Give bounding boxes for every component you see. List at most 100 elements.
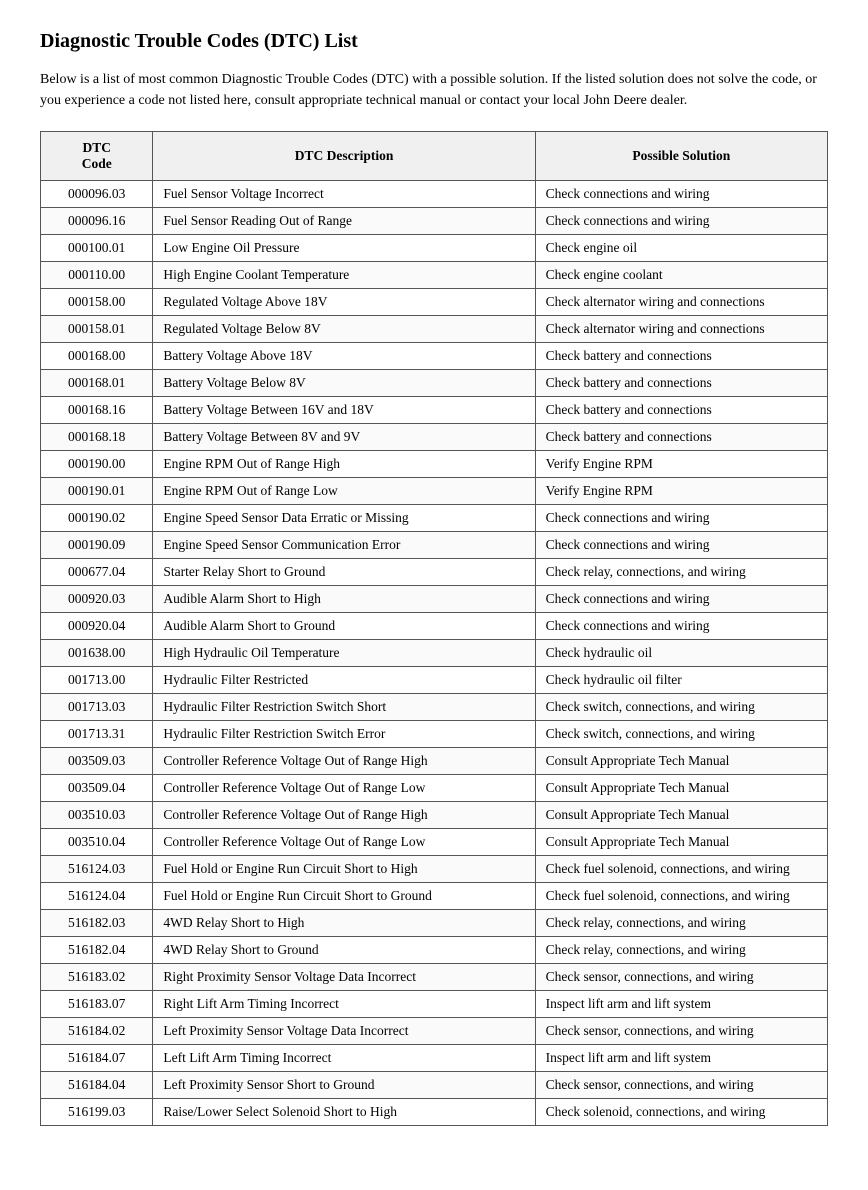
table-row: 516184.07Left Lift Arm Timing IncorrectI… (41, 1045, 828, 1072)
cell-code: 000096.03 (41, 181, 153, 208)
cell-sol: Check battery and connections (535, 370, 827, 397)
cell-code: 516199.03 (41, 1099, 153, 1126)
table-row: 516124.04Fuel Hold or Engine Run Circuit… (41, 883, 828, 910)
table-row: 000158.00Regulated Voltage Above 18VChec… (41, 289, 828, 316)
cell-sol: Check battery and connections (535, 397, 827, 424)
cell-code: 000920.03 (41, 586, 153, 613)
table-row: 000190.01Engine RPM Out of Range LowVeri… (41, 478, 828, 505)
cell-sol: Consult Appropriate Tech Manual (535, 829, 827, 856)
table-row: 001713.00Hydraulic Filter RestrictedChec… (41, 667, 828, 694)
cell-code: 516124.04 (41, 883, 153, 910)
cell-desc: Hydraulic Filter Restriction Switch Shor… (153, 694, 535, 721)
table-row: 000168.18Battery Voltage Between 8V and … (41, 424, 828, 451)
header-code: DTCCode (41, 132, 153, 181)
table-row: 000096.03Fuel Sensor Voltage IncorrectCh… (41, 181, 828, 208)
cell-code: 000190.09 (41, 532, 153, 559)
table-row: 003509.03Controller Reference Voltage Ou… (41, 748, 828, 775)
cell-sol: Check fuel solenoid, connections, and wi… (535, 856, 827, 883)
cell-sol: Check sensor, connections, and wiring (535, 1018, 827, 1045)
cell-sol: Consult Appropriate Tech Manual (535, 802, 827, 829)
cell-code: 516182.04 (41, 937, 153, 964)
cell-desc: Controller Reference Voltage Out of Rang… (153, 748, 535, 775)
cell-code: 000158.01 (41, 316, 153, 343)
table-row: 000677.04Starter Relay Short to GroundCh… (41, 559, 828, 586)
cell-desc: Left Proximity Sensor Short to Ground (153, 1072, 535, 1099)
cell-sol: Check relay, connections, and wiring (535, 559, 827, 586)
cell-sol: Verify Engine RPM (535, 478, 827, 505)
cell-sol: Check connections and wiring (535, 208, 827, 235)
cell-sol: Consult Appropriate Tech Manual (535, 748, 827, 775)
cell-code: 000920.04 (41, 613, 153, 640)
cell-desc: Low Engine Oil Pressure (153, 235, 535, 262)
cell-desc: Regulated Voltage Below 8V (153, 316, 535, 343)
cell-desc: Fuel Sensor Reading Out of Range (153, 208, 535, 235)
cell-code: 516184.04 (41, 1072, 153, 1099)
cell-code: 000168.18 (41, 424, 153, 451)
cell-desc: Engine RPM Out of Range High (153, 451, 535, 478)
cell-desc: Hydraulic Filter Restriction Switch Erro… (153, 721, 535, 748)
cell-desc: Engine Speed Sensor Data Erratic or Miss… (153, 505, 535, 532)
table-row: 516183.07Right Lift Arm Timing Incorrect… (41, 991, 828, 1018)
cell-code: 003510.04 (41, 829, 153, 856)
cell-desc: Fuel Hold or Engine Run Circuit Short to… (153, 856, 535, 883)
cell-desc: Audible Alarm Short to Ground (153, 613, 535, 640)
cell-sol: Check battery and connections (535, 424, 827, 451)
cell-desc: 4WD Relay Short to Ground (153, 937, 535, 964)
table-row: 516124.03Fuel Hold or Engine Run Circuit… (41, 856, 828, 883)
table-row: 000110.00High Engine Coolant Temperature… (41, 262, 828, 289)
cell-desc: Battery Voltage Below 8V (153, 370, 535, 397)
cell-sol: Check solenoid, connections, and wiring (535, 1099, 827, 1126)
cell-desc: Audible Alarm Short to High (153, 586, 535, 613)
table-row: 000190.02Engine Speed Sensor Data Errati… (41, 505, 828, 532)
table-row: 001713.31Hydraulic Filter Restriction Sw… (41, 721, 828, 748)
table-row: 000168.00Battery Voltage Above 18VCheck … (41, 343, 828, 370)
table-row: 003510.03Controller Reference Voltage Ou… (41, 802, 828, 829)
cell-code: 000168.01 (41, 370, 153, 397)
cell-code: 000677.04 (41, 559, 153, 586)
cell-sol: Check alternator wiring and connections (535, 316, 827, 343)
cell-code: 000190.00 (41, 451, 153, 478)
table-row: 516182.044WD Relay Short to GroundCheck … (41, 937, 828, 964)
table-row: 516184.04Left Proximity Sensor Short to … (41, 1072, 828, 1099)
header-sol: Possible Solution (535, 132, 827, 181)
cell-sol: Check connections and wiring (535, 181, 827, 208)
table-row: 001638.00High Hydraulic Oil TemperatureC… (41, 640, 828, 667)
intro-text: Below is a list of most common Diagnosti… (40, 69, 828, 111)
cell-code: 000100.01 (41, 235, 153, 262)
cell-sol: Check hydraulic oil (535, 640, 827, 667)
cell-code: 000096.16 (41, 208, 153, 235)
cell-sol: Consult Appropriate Tech Manual (535, 775, 827, 802)
cell-desc: Hydraulic Filter Restricted (153, 667, 535, 694)
cell-code: 516183.02 (41, 964, 153, 991)
table-row: 003510.04Controller Reference Voltage Ou… (41, 829, 828, 856)
cell-code: 000110.00 (41, 262, 153, 289)
cell-code: 001713.03 (41, 694, 153, 721)
cell-desc: Right Proximity Sensor Voltage Data Inco… (153, 964, 535, 991)
table-row: 516183.02Right Proximity Sensor Voltage … (41, 964, 828, 991)
cell-sol: Check sensor, connections, and wiring (535, 1072, 827, 1099)
table-row: 000190.09Engine Speed Sensor Communicati… (41, 532, 828, 559)
cell-sol: Check engine coolant (535, 262, 827, 289)
cell-sol: Check switch, connections, and wiring (535, 721, 827, 748)
cell-desc: Regulated Voltage Above 18V (153, 289, 535, 316)
cell-sol: Check battery and connections (535, 343, 827, 370)
cell-code: 000168.00 (41, 343, 153, 370)
cell-code: 000190.01 (41, 478, 153, 505)
cell-desc: Starter Relay Short to Ground (153, 559, 535, 586)
cell-desc: Controller Reference Voltage Out of Rang… (153, 802, 535, 829)
cell-sol: Check switch, connections, and wiring (535, 694, 827, 721)
cell-code: 003509.03 (41, 748, 153, 775)
cell-desc: Fuel Hold or Engine Run Circuit Short to… (153, 883, 535, 910)
dtc-table: DTCCode DTC Description Possible Solutio… (40, 131, 828, 1126)
cell-code: 516184.02 (41, 1018, 153, 1045)
cell-desc: Battery Voltage Between 8V and 9V (153, 424, 535, 451)
cell-sol: Check relay, connections, and wiring (535, 910, 827, 937)
cell-desc: Engine RPM Out of Range Low (153, 478, 535, 505)
cell-code: 000168.16 (41, 397, 153, 424)
cell-desc: Controller Reference Voltage Out of Rang… (153, 829, 535, 856)
cell-sol: Check connections and wiring (535, 613, 827, 640)
table-row: 001713.03Hydraulic Filter Restriction Sw… (41, 694, 828, 721)
cell-code: 516124.03 (41, 856, 153, 883)
cell-code: 003510.03 (41, 802, 153, 829)
cell-desc: Left Lift Arm Timing Incorrect (153, 1045, 535, 1072)
